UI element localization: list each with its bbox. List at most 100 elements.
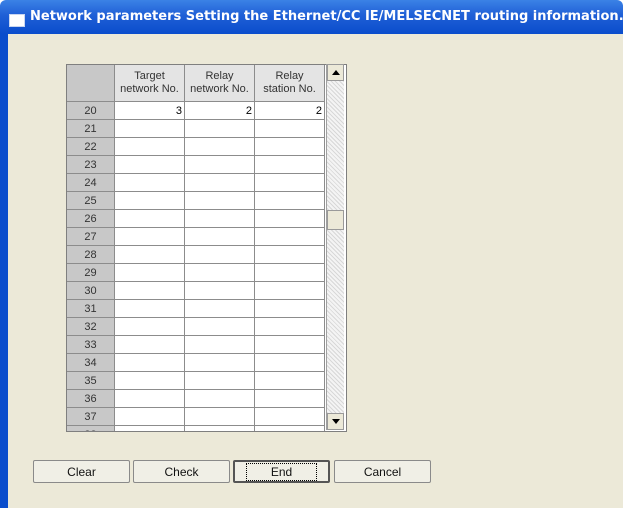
target-network-cell[interactable] <box>114 407 185 426</box>
relay-network-cell[interactable] <box>184 371 255 390</box>
relay-network-cell[interactable] <box>184 299 255 318</box>
row-number[interactable]: 23 <box>67 155 115 174</box>
row-number[interactable]: 30 <box>67 281 115 300</box>
target-network-cell[interactable] <box>114 137 185 156</box>
row-number[interactable]: 27 <box>67 227 115 246</box>
relay-station-cell[interactable] <box>254 299 325 318</box>
col-header-line: Relay <box>275 70 304 82</box>
check-button[interactable]: Check <box>133 460 230 483</box>
row-number[interactable]: 26 <box>67 209 115 228</box>
target-network-cell[interactable] <box>114 263 185 282</box>
row-number[interactable]: 38 <box>67 425 115 431</box>
target-network-cell[interactable] <box>114 281 185 300</box>
col-header-line: network No. <box>190 83 249 95</box>
relay-station-cell[interactable] <box>254 263 325 282</box>
relay-network-cell[interactable] <box>184 335 255 354</box>
table-row: 33 <box>67 335 325 354</box>
table-row: 32 <box>67 317 325 336</box>
clear-button[interactable]: Clear <box>33 460 130 483</box>
col-header-line: Relay <box>205 70 234 82</box>
title-bar[interactable]: Network parameters Setting the Ethernet/… <box>0 0 623 34</box>
row-number[interactable]: 21 <box>67 119 115 138</box>
row-number[interactable]: 36 <box>67 389 115 408</box>
relay-station-cell[interactable] <box>254 155 325 174</box>
relay-network-cell[interactable] <box>184 389 255 408</box>
scroll-down-button[interactable] <box>327 413 344 430</box>
target-network-cell[interactable] <box>114 317 185 336</box>
target-network-cell[interactable] <box>114 371 185 390</box>
row-number[interactable]: 20 <box>67 101 115 120</box>
relay-network-cell[interactable] <box>184 281 255 300</box>
relay-station-cell[interactable]: 2 <box>254 101 325 120</box>
target-network-cell[interactable] <box>114 425 185 431</box>
table-row: 29 <box>67 263 325 282</box>
target-network-cell[interactable] <box>114 155 185 174</box>
table-row: 21 <box>67 119 325 138</box>
relay-station-cell[interactable] <box>254 245 325 264</box>
relay-station-cell[interactable] <box>254 425 325 431</box>
relay-station-cell[interactable] <box>254 281 325 300</box>
target-network-cell[interactable] <box>114 173 185 192</box>
row-number[interactable]: 24 <box>67 173 115 192</box>
relay-network-cell[interactable] <box>184 407 255 426</box>
relay-network-cell[interactable]: 2 <box>184 101 255 120</box>
relay-network-cell[interactable] <box>184 137 255 156</box>
relay-network-cell[interactable] <box>184 263 255 282</box>
row-number[interactable]: 31 <box>67 299 115 318</box>
row-number[interactable]: 22 <box>67 137 115 156</box>
relay-network-cell[interactable] <box>184 227 255 246</box>
cancel-button[interactable]: Cancel <box>334 460 431 483</box>
row-number[interactable]: 35 <box>67 371 115 390</box>
table-row: 36 <box>67 389 325 408</box>
target-network-cell[interactable] <box>114 245 185 264</box>
relay-station-cell[interactable] <box>254 119 325 138</box>
target-network-cell[interactable] <box>114 335 185 354</box>
relay-station-cell[interactable] <box>254 371 325 390</box>
table-row: 22 <box>67 137 325 156</box>
relay-network-cell[interactable] <box>184 209 255 228</box>
relay-network-cell[interactable] <box>184 173 255 192</box>
target-network-cell[interactable] <box>114 119 185 138</box>
table-row: 30 <box>67 281 325 300</box>
scroll-thumb[interactable] <box>327 210 344 230</box>
row-number[interactable]: 37 <box>67 407 115 426</box>
relay-station-cell[interactable] <box>254 389 325 408</box>
table-row: 25 <box>67 191 325 210</box>
row-number[interactable]: 32 <box>67 317 115 336</box>
relay-network-cell[interactable] <box>184 425 255 431</box>
vertical-scrollbar[interactable] <box>326 64 344 430</box>
relay-network-cell[interactable] <box>184 191 255 210</box>
target-network-cell[interactable] <box>114 209 185 228</box>
scroll-up-button[interactable] <box>327 64 344 81</box>
row-number[interactable]: 25 <box>67 191 115 210</box>
col-header-line: network No. <box>120 83 179 95</box>
relay-station-cell[interactable] <box>254 137 325 156</box>
relay-station-cell[interactable] <box>254 191 325 210</box>
relay-network-cell[interactable] <box>184 155 255 174</box>
table-row: 28 <box>67 245 325 264</box>
target-network-cell[interactable] <box>114 299 185 318</box>
relay-station-cell[interactable] <box>254 173 325 192</box>
target-network-cell[interactable] <box>114 227 185 246</box>
col-header-relay-network: Relay network No. <box>184 65 255 102</box>
row-number[interactable]: 34 <box>67 353 115 372</box>
table-corner <box>67 65 115 102</box>
relay-network-cell[interactable] <box>184 119 255 138</box>
row-number[interactable]: 28 <box>67 245 115 264</box>
relay-station-cell[interactable] <box>254 353 325 372</box>
relay-network-cell[interactable] <box>184 353 255 372</box>
target-network-cell[interactable] <box>114 389 185 408</box>
target-network-cell[interactable]: 3 <box>114 101 185 120</box>
relay-station-cell[interactable] <box>254 335 325 354</box>
relay-station-cell[interactable] <box>254 407 325 426</box>
relay-station-cell[interactable] <box>254 209 325 228</box>
row-number[interactable]: 33 <box>67 335 115 354</box>
relay-network-cell[interactable] <box>184 317 255 336</box>
row-number[interactable]: 29 <box>67 263 115 282</box>
relay-station-cell[interactable] <box>254 317 325 336</box>
relay-network-cell[interactable] <box>184 245 255 264</box>
target-network-cell[interactable] <box>114 353 185 372</box>
relay-station-cell[interactable] <box>254 227 325 246</box>
target-network-cell[interactable] <box>114 191 185 210</box>
end-button[interactable]: End <box>233 460 330 483</box>
